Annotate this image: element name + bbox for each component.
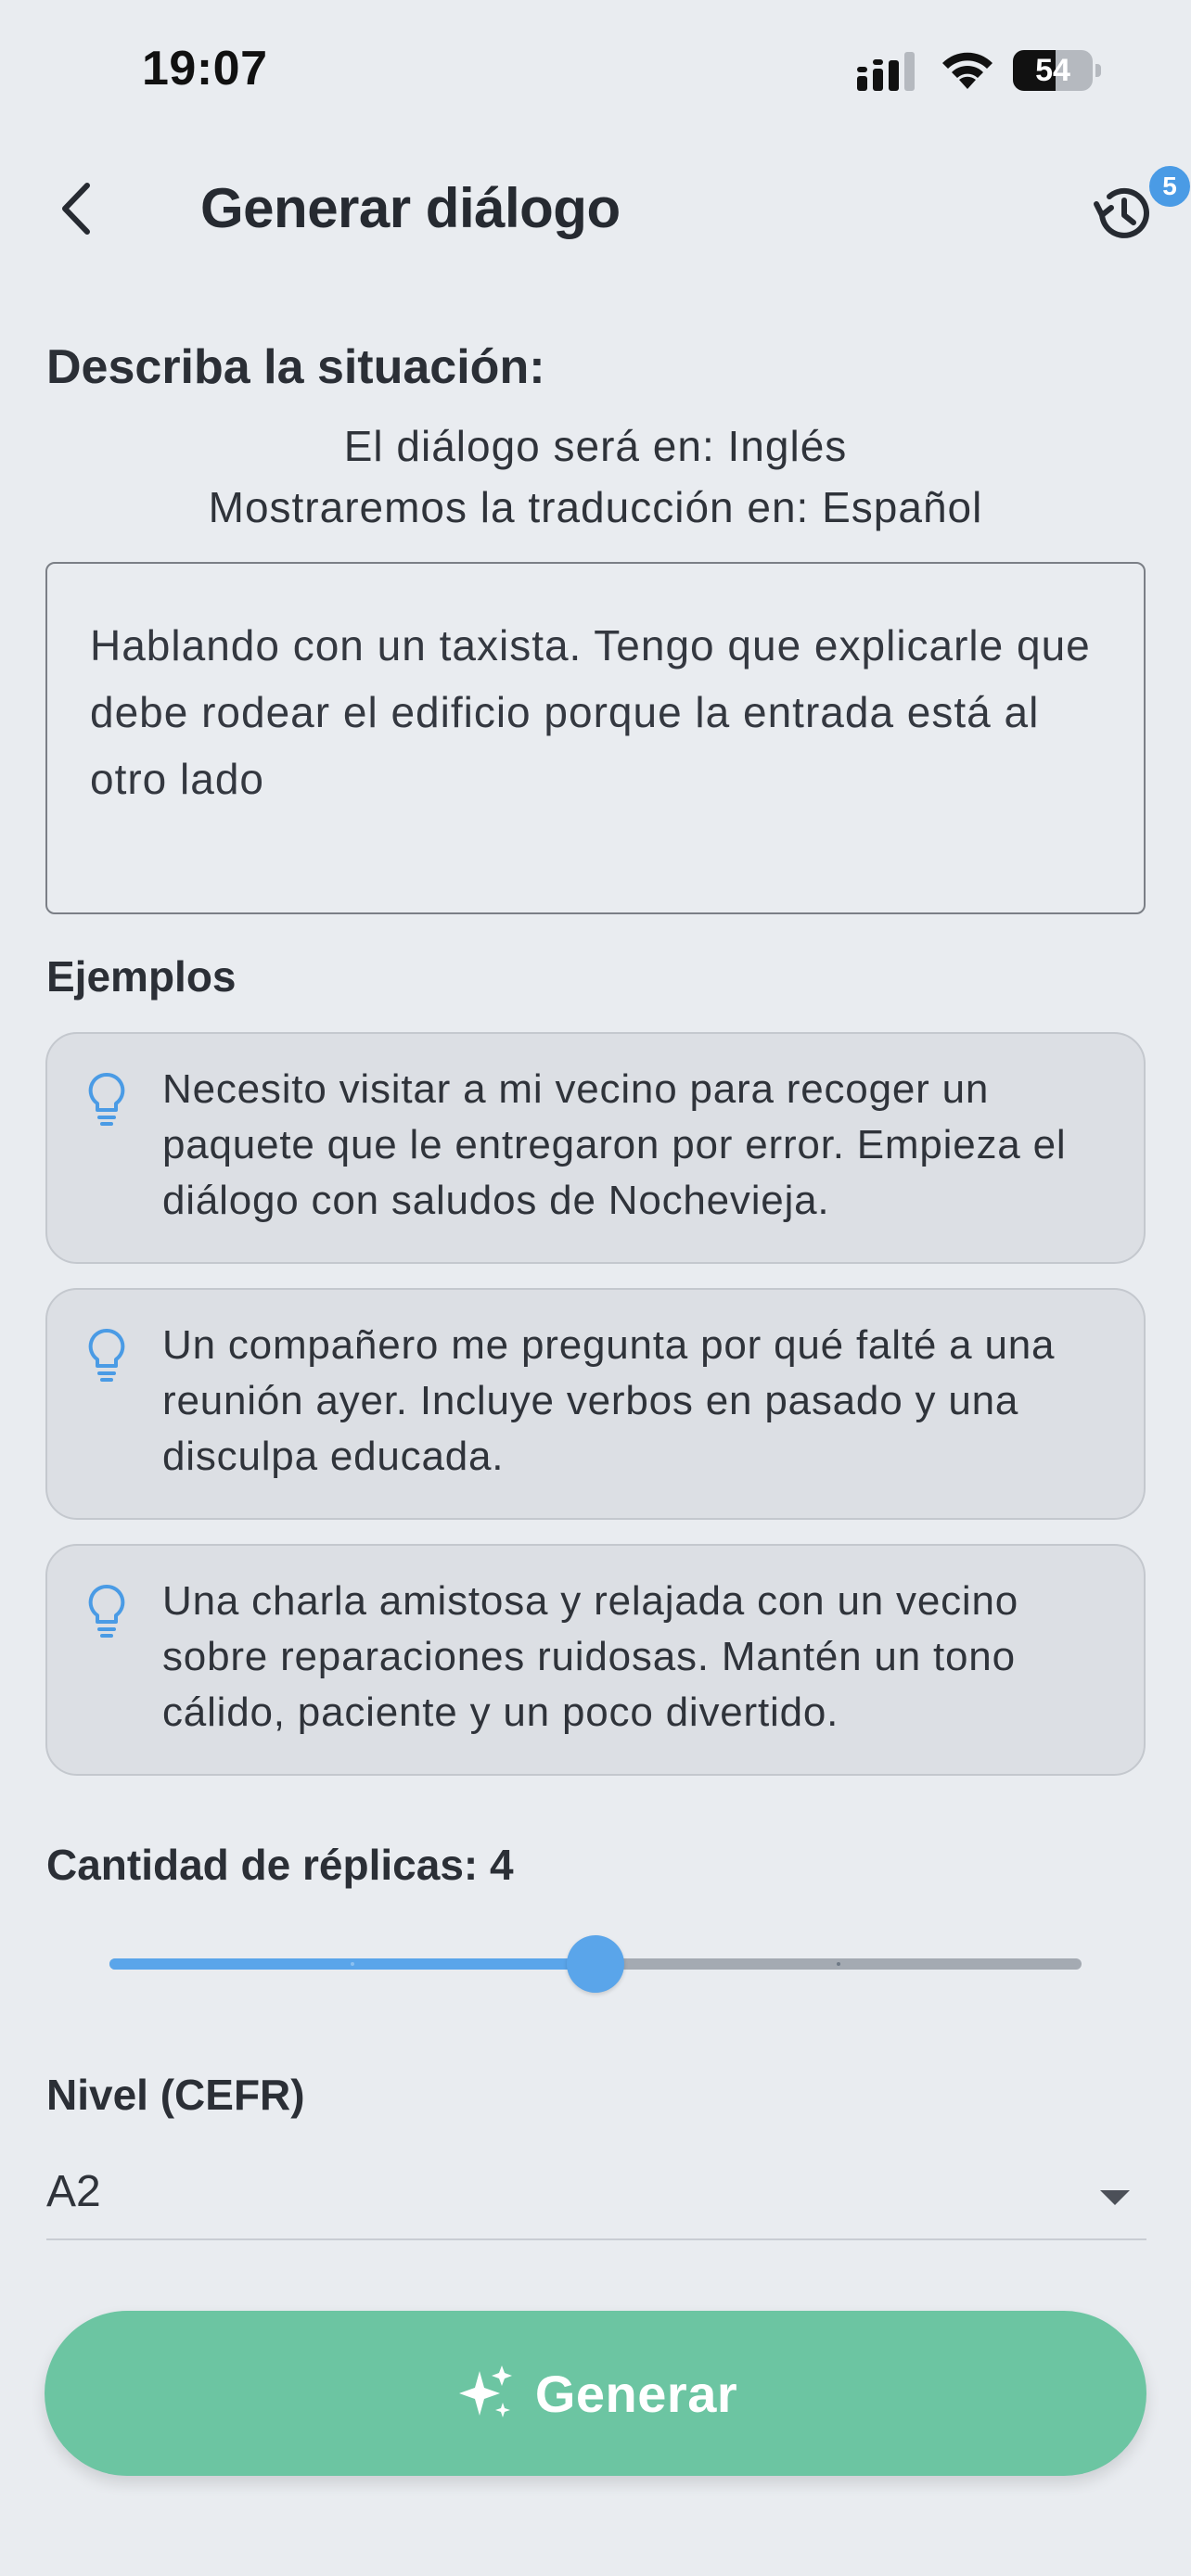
- sparkle-icon: [458, 2366, 512, 2417]
- level-label: Nivel (CEFR): [46, 2071, 305, 2119]
- example-card[interactable]: Una charla amistosa y relajada con un ve…: [45, 1544, 1146, 1776]
- dialog-language-line: El diálogo será en: Inglés: [343, 422, 848, 470]
- generate-button[interactable]: Generar: [45, 2311, 1146, 2476]
- example-text: Un compañero me pregunta por qué falté a…: [162, 1322, 1056, 1479]
- situation-heading: Describa la situación:: [46, 340, 545, 394]
- generate-label: Generar: [534, 2364, 738, 2423]
- example-card[interactable]: Un compañero me pregunta por qué falté a…: [45, 1288, 1146, 1520]
- level-selected-value: A2: [46, 2167, 101, 2216]
- slider-tick: [351, 1962, 354, 1966]
- status-time: 19:07: [142, 42, 268, 96]
- chevron-left-icon: [62, 183, 90, 235]
- replicas-label: Cantidad de réplicas: 4: [46, 1841, 514, 1889]
- replicas-slider-thumb[interactable]: [567, 1935, 624, 1993]
- battery-icon: 54: [1013, 50, 1102, 91]
- back-button[interactable]: [46, 176, 111, 241]
- example-text: Una charla amistosa y relajada con un ve…: [162, 1578, 1019, 1735]
- situation-text-value: Hablando con un taxista. Tengo que expli…: [90, 621, 1091, 803]
- signal-icon: [857, 52, 915, 91]
- slider-tick: [837, 1962, 840, 1966]
- caret-down-icon: [1100, 2190, 1130, 2205]
- wifi-icon: [942, 52, 992, 89]
- situation-textarea[interactable]: Hablando con un taxista. Tengo que expli…: [45, 562, 1146, 914]
- lightbulb-icon: [88, 1072, 125, 1126]
- lightbulb-icon: [88, 1328, 125, 1382]
- page-title: Generar diálogo: [200, 177, 621, 239]
- example-text: Necesito visitar a mi vecino para recoge…: [162, 1066, 1067, 1223]
- example-card[interactable]: Necesito visitar a mi vecino para recoge…: [45, 1032, 1146, 1264]
- examples-heading: Ejemplos: [46, 952, 237, 1001]
- level-dropdown[interactable]: A2: [46, 2161, 1146, 2240]
- battery-level: 54: [1035, 53, 1070, 88]
- history-count-badge: 5: [1145, 161, 1191, 211]
- lightbulb-icon: [88, 1584, 125, 1638]
- translation-language-line: Mostraremos la traducción en: Español: [208, 483, 983, 531]
